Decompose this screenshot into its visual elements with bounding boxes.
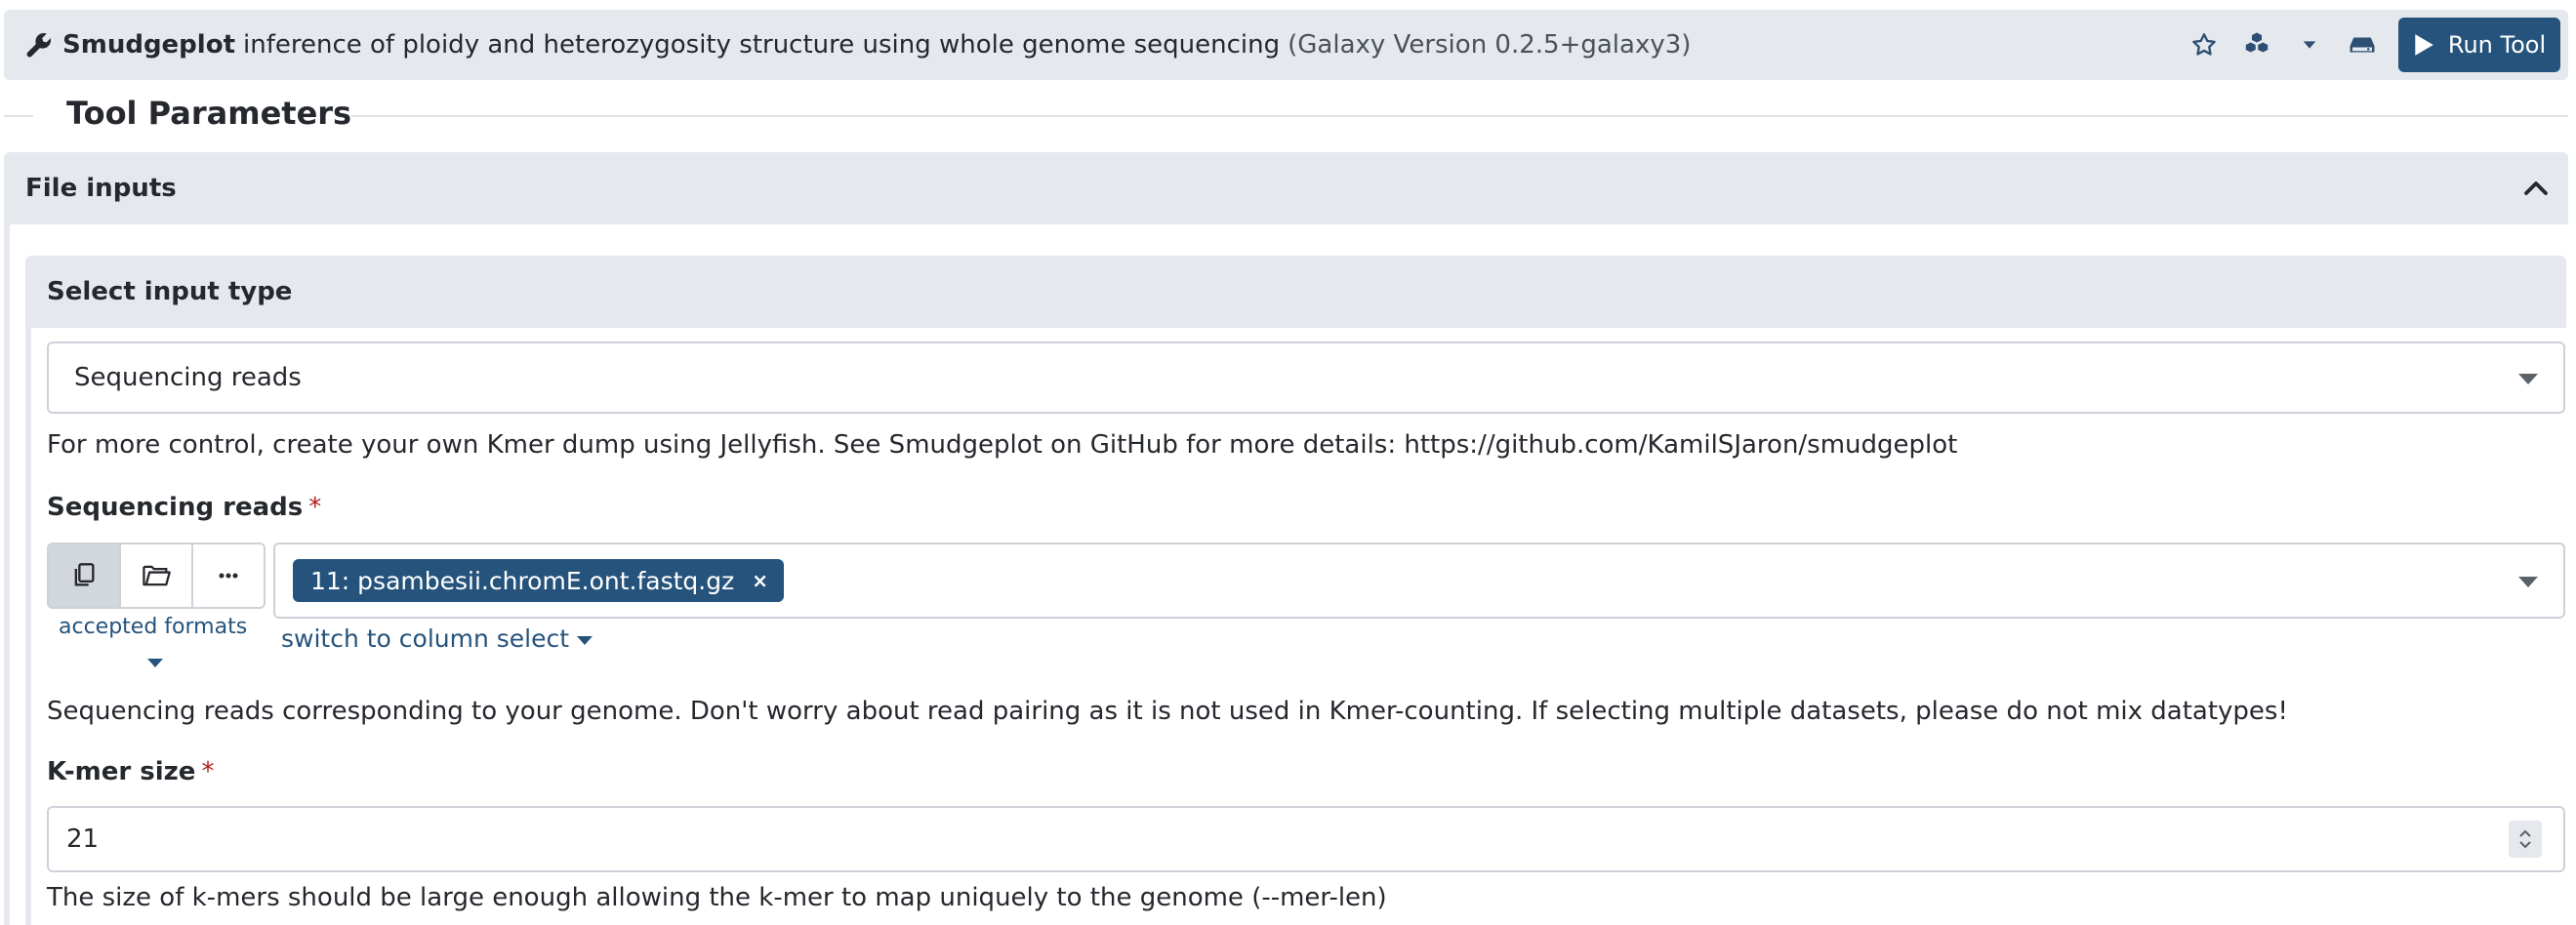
chevron-up-icon[interactable] — [2521, 174, 2551, 203]
tool-name: Smudgeplot — [62, 30, 235, 60]
caret-down-icon — [2518, 577, 2538, 587]
switch-label: switch to column select — [281, 624, 570, 653]
kmer-size-help: The size of k-mers should be large enoug… — [47, 883, 1387, 912]
single-dataset-button[interactable] — [49, 544, 121, 607]
tool-description: inference of ploidy and heterozygosity s… — [243, 30, 1281, 60]
caret-down-icon — [577, 635, 593, 645]
more-options-button[interactable] — [193, 544, 264, 607]
tool-header: Smudgeplot inference of ploidy and hetero… — [4, 10, 2568, 80]
input-type-selected: Sequencing reads — [74, 363, 302, 392]
sequencing-reads-label: Sequencing reads * — [47, 493, 321, 522]
sequencing-reads-label-text: Sequencing reads — [47, 493, 304, 522]
file-inputs-title: File inputs — [25, 174, 177, 203]
divider-right — [351, 115, 2568, 117]
switch-to-column-select-link[interactable]: switch to column select — [281, 624, 593, 653]
play-icon — [2415, 34, 2433, 56]
header-actions: Run Tool — [2178, 10, 2568, 80]
sequencing-reads-select[interactable]: 11: psambesii.chromE.ont.fastq.gz × — [273, 543, 2565, 619]
input-type-select[interactable]: Sequencing reads — [47, 342, 2565, 414]
selected-dataset-chip: 11: psambesii.chromE.ont.fastq.gz × — [293, 559, 784, 602]
file-inputs-header[interactable]: File inputs — [4, 152, 2568, 224]
remove-dataset-icon[interactable]: × — [752, 569, 768, 592]
cubes-icon[interactable] — [2230, 19, 2283, 71]
select-input-type-header: Select input type — [25, 256, 2566, 328]
hdd-icon[interactable] — [2336, 19, 2389, 71]
caret-down-icon[interactable] — [2283, 19, 2336, 71]
required-mark: * — [308, 493, 322, 522]
star-icon[interactable] — [2178, 19, 2230, 71]
kmer-size-label-text: K-mer size — [47, 757, 196, 786]
spin-up-icon[interactable] — [2518, 829, 2532, 837]
kmer-size-input[interactable]: 21 — [47, 806, 2565, 872]
run-tool-button[interactable]: Run Tool — [2398, 18, 2560, 72]
caret-down-icon — [2518, 374, 2538, 384]
spin-down-icon[interactable] — [2518, 841, 2532, 849]
kmer-size-label: K-mer size * — [47, 757, 214, 786]
run-tool-label: Run Tool — [2447, 31, 2547, 59]
ellipsis-icon — [219, 573, 238, 579]
tool-parameters-title: Tool Parameters — [66, 95, 352, 132]
number-spinner[interactable] — [2509, 821, 2542, 858]
copy-icon — [74, 563, 95, 586]
accepted-formats-caret-icon[interactable] — [147, 659, 163, 667]
required-mark: * — [201, 757, 215, 786]
wrench-icon — [23, 29, 55, 60]
tool-version: (Galaxy Version 0.2.5+galaxy3) — [1288, 30, 1692, 60]
selected-dataset-label: 11: psambesii.chromE.ont.fastq.gz — [310, 566, 735, 595]
divider-left — [4, 115, 33, 117]
accepted-formats-link[interactable]: accepted formats — [59, 615, 247, 639]
input-type-help: For more control, create your own Kmer d… — [47, 430, 1958, 460]
dataset-mode-buttons — [47, 543, 266, 609]
tool-title: Smudgeplot inference of ploidy and hetero… — [62, 30, 1691, 60]
folder-open-icon — [143, 565, 171, 586]
sequencing-reads-help: Sequencing reads corresponding to your g… — [47, 697, 2288, 726]
multiple-datasets-button[interactable] — [121, 544, 193, 607]
kmer-size-value: 21 — [66, 824, 100, 854]
select-input-type-title: Select input type — [47, 277, 293, 306]
